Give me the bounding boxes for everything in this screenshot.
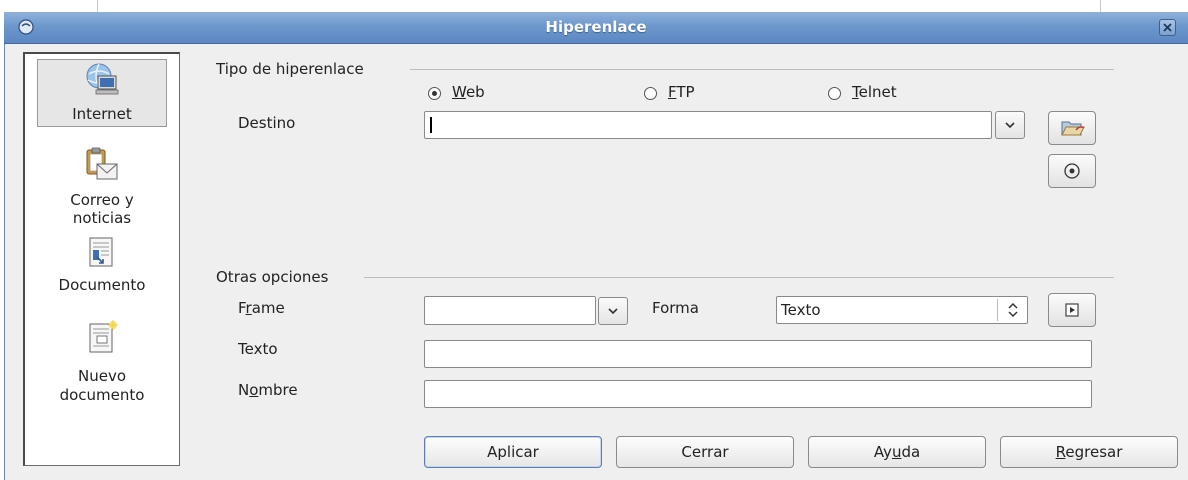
sidebar-item-label: Correo y [70,191,134,209]
sidebar-item-label: Documento [58,276,146,294]
sidebar-item-document[interactable]: Documento [37,237,167,297]
sidebar-item-label: Nuevo [77,367,126,385]
sidebar-item-label-line2: noticias [72,209,132,227]
target-in-document-button[interactable] [1048,154,1096,188]
form-label: Forma [652,299,699,317]
document-target-icon [87,237,117,273]
events-button[interactable] [1048,293,1096,327]
target-dropdown-button[interactable] [995,111,1025,139]
sidebar-item-mail-news[interactable]: Correo y noticias [37,146,167,228]
hyperlink-dialog [4,12,1188,480]
close-button[interactable]: Cerrar [616,436,794,468]
frame-dropdown-button[interactable] [598,297,628,325]
radio-telnet[interactable] [828,87,841,100]
close-window-button[interactable] [1159,19,1176,36]
apply-button[interactable]: Aplicar [424,436,602,468]
radio-web-label[interactable]: Web [452,83,485,101]
text-input[interactable] [424,340,1092,368]
group-separator [364,277,1114,278]
form-select[interactable]: Texto [776,296,1028,324]
hyperlink-type-group-title: Tipo de hiperenlace [216,60,364,78]
target-circle-icon [1064,163,1080,179]
frame-input[interactable] [424,296,596,325]
radio-telnet-label[interactable]: Telnet [852,83,897,101]
mail-news-clipboard-icon [83,146,119,188]
internet-globe-computer-icon [84,62,120,100]
new-document-icon [87,320,119,358]
text-label: Texto [238,340,278,358]
chevron-down-icon [1005,122,1015,129]
name-label: Nombre [238,381,298,399]
chevron-down-icon [608,308,618,315]
hyperlink-type-sidebar: Internet Correo y noticias Documento Nue… [23,52,180,466]
window-title: Hiperenlace [545,18,647,36]
sidebar-item-label-line2: documento [59,386,145,404]
sidebar-item-new-document[interactable]: Nuevo documento [37,320,167,404]
name-input[interactable] [424,380,1092,408]
window-menu-icon[interactable] [18,19,34,35]
sidebar-item-label: Internet [72,105,132,123]
target-input[interactable] [424,111,992,139]
target-label: Destino [238,114,296,132]
folder-open-icon [1061,121,1085,136]
sidebar-item-internet[interactable]: Internet [37,59,167,127]
frame-label: Frame [238,299,285,317]
group-separator [410,69,1114,70]
background-window-strip [0,0,1188,12]
up-down-arrows-icon [1008,302,1018,318]
help-button[interactable]: Ayuda [808,436,986,468]
title-bar[interactable]: Hiperenlace [4,12,1188,44]
other-options-group-title: Otras opciones [216,268,329,286]
radio-ftp[interactable] [644,87,657,100]
radio-web[interactable] [428,87,441,100]
form-select-value: Texto [781,301,821,319]
open-file-button[interactable] [1048,111,1096,145]
play-box-icon [1065,303,1079,317]
text-cursor [430,117,432,133]
back-button[interactable]: Regresar [1000,436,1178,468]
radio-ftp-label[interactable]: FTP [668,83,695,101]
close-icon [1163,23,1172,32]
